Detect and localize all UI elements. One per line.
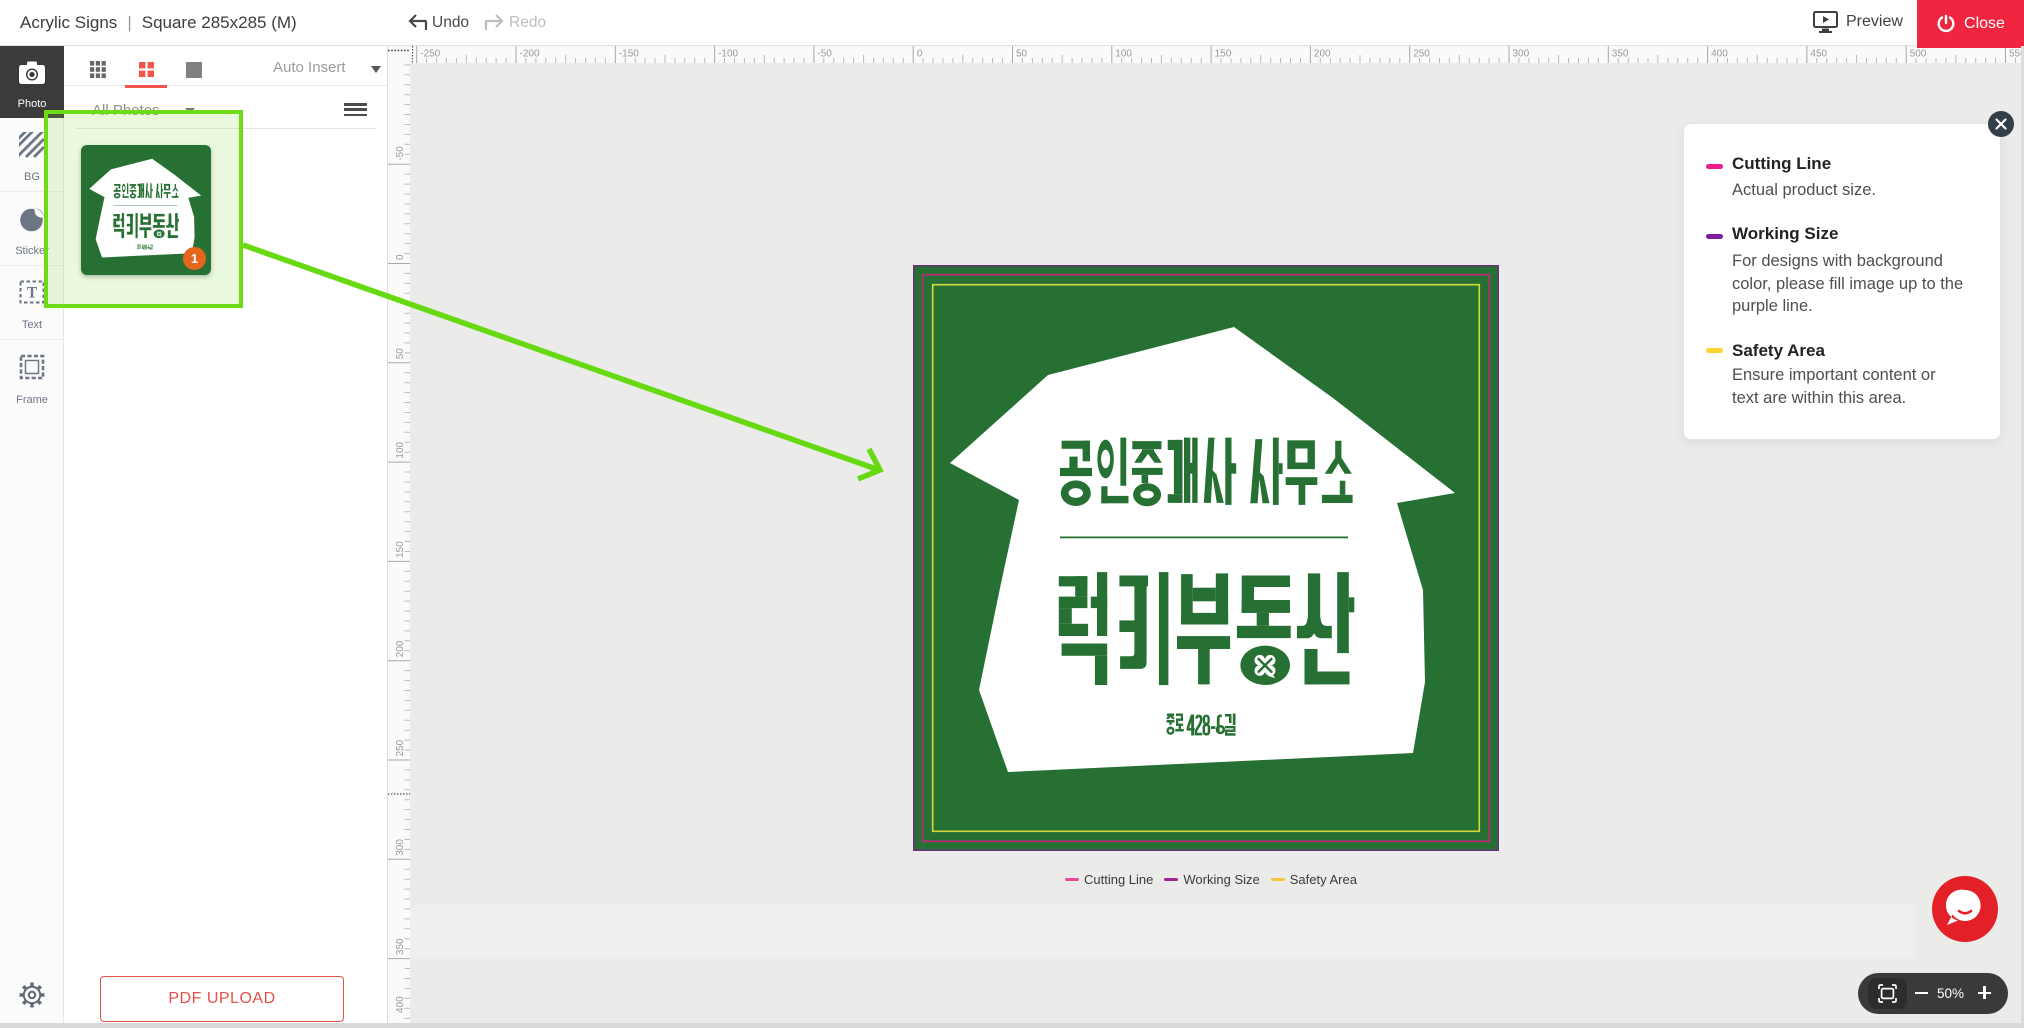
svg-text:50: 50 <box>1016 49 1028 60</box>
svg-text:-200: -200 <box>520 49 540 60</box>
svg-text:400: 400 <box>1711 49 1728 60</box>
svg-text:450: 450 <box>1810 49 1827 60</box>
svg-text:350: 350 <box>395 938 406 955</box>
svg-text:50: 50 <box>395 348 406 360</box>
svg-text:300: 300 <box>395 839 406 856</box>
svg-text:100: 100 <box>1115 49 1132 60</box>
svg-text:100: 100 <box>395 441 406 458</box>
svg-text:0: 0 <box>917 49 923 60</box>
svg-text:-50: -50 <box>395 146 406 161</box>
svg-text:300: 300 <box>1513 49 1530 60</box>
svg-text:200: 200 <box>395 640 406 657</box>
svg-text:250: 250 <box>395 739 406 756</box>
svg-text:0: 0 <box>395 254 406 260</box>
svg-text:150: 150 <box>1215 49 1232 60</box>
svg-text:-150: -150 <box>619 49 639 60</box>
svg-text:400: 400 <box>395 996 406 1013</box>
svg-text:350: 350 <box>1612 49 1629 60</box>
svg-text:500: 500 <box>1910 49 1927 60</box>
svg-text:T: T <box>27 285 38 302</box>
svg-text:150: 150 <box>395 541 406 558</box>
svg-text:-50: -50 <box>817 49 832 60</box>
svg-text:-100: -100 <box>718 49 738 60</box>
svg-text:250: 250 <box>1413 49 1430 60</box>
svg-text:-250: -250 <box>420 49 440 60</box>
svg-text:200: 200 <box>1314 49 1331 60</box>
